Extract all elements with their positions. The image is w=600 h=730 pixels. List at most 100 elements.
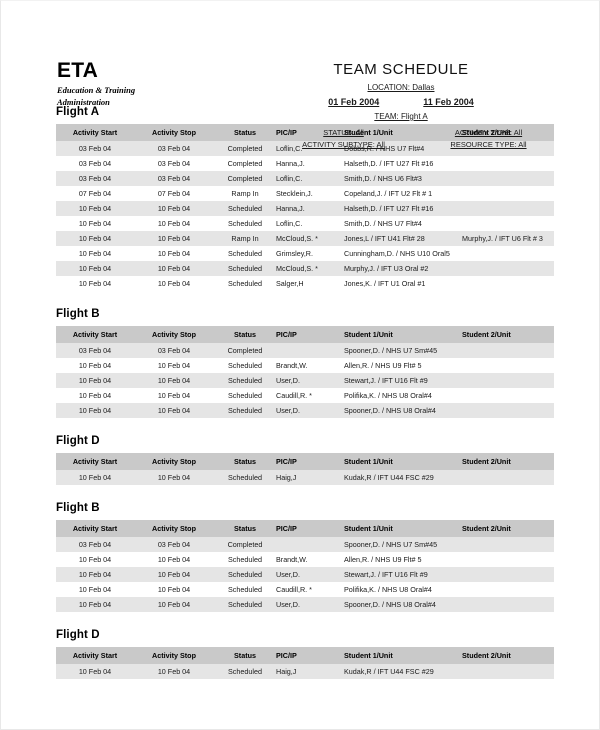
table-cell: Kudak,R / IFT U44 FSC #29 xyxy=(344,470,462,485)
table-cell: User,D. xyxy=(276,373,344,388)
table-cell: 10 Feb 04 xyxy=(56,597,134,612)
column-header[interactable]: Status xyxy=(214,647,276,664)
table-cell xyxy=(462,156,554,171)
table-row[interactable]: 10 Feb 04 10 Feb 04 Scheduled Loflin,C. Smit… xyxy=(56,216,554,231)
column-header[interactable]: Student 2/Unit xyxy=(462,520,554,537)
page-title: TEAM SCHEDULE xyxy=(333,61,469,78)
table-cell: 03 Feb 04 xyxy=(56,141,134,156)
date-range-from: 01 Feb 2004 xyxy=(328,97,380,107)
table-cell: 10 Feb 04 xyxy=(134,664,214,679)
column-header[interactable]: PIC/IP xyxy=(276,453,344,470)
column-header[interactable]: PIC/IP xyxy=(276,326,344,343)
table-row[interactable]: 10 Feb 04 10 Feb 04 Scheduled Salger,H Jones… xyxy=(56,276,554,291)
column-header[interactable]: Activity Start xyxy=(56,124,134,141)
column-header[interactable]: PIC/IP xyxy=(276,647,344,664)
table-row[interactable]: 10 Feb 04 10 Feb 04 Scheduled McCloud,S. * M… xyxy=(56,261,554,276)
table-cell: Scheduled xyxy=(214,597,276,612)
column-header[interactable]: Student 2/Unit xyxy=(462,453,554,470)
table-cell: 10 Feb 04 xyxy=(157,279,191,288)
table-row[interactable]: 10 Feb 04 10 Feb 04 Scheduled Brandt,W. Alle… xyxy=(56,358,554,373)
table-row[interactable]: 03 Feb 04 03 Feb 04 Completed Spooner,D. / … xyxy=(56,343,554,358)
column-header[interactable]: Status xyxy=(214,124,276,141)
table-row[interactable]: 10 Feb 04 10 Feb 04 Scheduled User,D. Spoone… xyxy=(56,597,554,612)
table-cell: Scheduled xyxy=(214,470,276,485)
table-cell: 10 Feb 04 xyxy=(134,373,214,388)
table-row[interactable]: 10 Feb 04 10 Feb 04 Scheduled Haig,J Kudak,R… xyxy=(56,470,554,485)
table-row[interactable]: 10 Feb 04 10 Feb 04 Scheduled Grimsley,R. Cu… xyxy=(56,246,554,261)
column-header[interactable]: Activity Stop xyxy=(134,326,214,343)
schedule-table: Activity Start Activity Stop Status PIC/IP S… xyxy=(56,520,554,612)
table-row[interactable]: 10 Feb 04 10 Feb 04 Scheduled User,D. Spoone… xyxy=(56,403,554,418)
table-cell: Completed xyxy=(214,537,276,552)
table-row[interactable]: 10 Feb 04 10 Feb 04 Scheduled User,D. Stewar… xyxy=(56,567,554,582)
table-row[interactable]: 10 Feb 04 10 Feb 04 Scheduled Caudill,R. * P… xyxy=(56,388,554,403)
table-cell: Scheduled xyxy=(228,279,262,288)
schedule-table: Activity Start Activity Stop Status PIC/IP S… xyxy=(56,647,554,679)
column-header[interactable]: Activity Stop xyxy=(134,647,214,664)
table-cell: Halseth,D. / IFT U27 Flt #16 xyxy=(344,201,462,216)
table-cell: 10 Feb 04 xyxy=(134,597,214,612)
table-cell: 10 Feb 04 xyxy=(56,470,134,485)
column-header[interactable]: Student 1/Unit xyxy=(344,520,462,537)
table-cell: 10 Feb 04 xyxy=(134,201,214,216)
table-cell: Jones,L / IFT U41 Flt# 28 xyxy=(344,231,462,246)
table-row[interactable]: 03 Feb 04 03 Feb 04 Completed Hanna,J. Halse… xyxy=(56,156,554,171)
column-header[interactable]: PIC/IP xyxy=(276,520,344,537)
table-cell: 10 Feb 04 xyxy=(78,219,112,228)
table-cell: 10 Feb 04 xyxy=(56,373,134,388)
column-header[interactable]: Activity Stop xyxy=(134,124,214,141)
table-cell: User,D. xyxy=(276,403,344,418)
table-cell: Smith,D. / NHS U7 Flt#4 xyxy=(344,219,422,228)
table-cell xyxy=(462,171,554,186)
table-cell: Spooner,D. / NHS U8 Oral#4 xyxy=(344,597,462,612)
column-header[interactable]: Status xyxy=(214,453,276,470)
column-header[interactable]: Activity Stop xyxy=(134,453,214,470)
table-cell: Allen,R. / NHS U9 Flt# 5 xyxy=(344,361,422,370)
table-row[interactable]: 10 Feb 04 10 Feb 04 Scheduled Hanna,J. Halse… xyxy=(56,201,554,216)
team-label: TEAM: Flight A xyxy=(374,112,428,121)
table-cell: Completed xyxy=(214,171,276,186)
table-cell: 07 Feb 04 xyxy=(78,189,112,198)
table-cell: Scheduled xyxy=(228,585,262,594)
table-cell: 10 Feb 04 xyxy=(134,470,214,485)
table-row[interactable]: 10 Feb 04 10 Feb 04 Scheduled Haig,J Kudak,R… xyxy=(56,664,554,679)
table-row[interactable]: 03 Feb 04 03 Feb 04 Completed Spooner,D. / … xyxy=(56,537,554,552)
schedule-table: Activity Start Activity Stop Status PIC/IP S… xyxy=(56,453,554,485)
document-masthead: ETA Education & Training Administration … xyxy=(1,1,599,149)
column-header[interactable]: Student 1/Unit xyxy=(344,647,462,664)
table-cell: 10 Feb 04 xyxy=(78,585,112,594)
column-header[interactable]: Activity Start xyxy=(56,326,134,343)
date-range: 01 Feb 2004 11 Feb 2004 xyxy=(251,97,551,107)
table-cell: McCloud,S. * xyxy=(276,231,344,246)
table-cell: Grimsley,R. xyxy=(276,249,313,258)
column-header[interactable]: Activity Stop xyxy=(134,520,214,537)
table-row[interactable]: 07 Feb 04 07 Feb 04 Ramp In Stecklein,J. Cop… xyxy=(56,186,554,201)
column-header[interactable]: Student 2/Unit xyxy=(462,647,554,664)
column-header[interactable]: Activity Start xyxy=(56,520,134,537)
table-cell: 03 Feb 04 xyxy=(56,343,134,358)
table-cell: User,D. xyxy=(276,597,344,612)
table-cell: Scheduled xyxy=(214,403,276,418)
brand-subtitle-line-1: Education & Training xyxy=(57,85,136,95)
column-header[interactable]: Status xyxy=(214,326,276,343)
table-cell: Stewart,J. / IFT U16 Flt #9 xyxy=(344,373,462,388)
table-row[interactable]: 10 Feb 04 10 Feb 04 Scheduled User,D. Stewar… xyxy=(56,373,554,388)
table-row[interactable]: 10 Feb 04 10 Feb 04 Ramp In McCloud,S. * Jon… xyxy=(56,231,554,246)
column-header[interactable]: Student 2/Unit xyxy=(462,326,554,343)
table-cell: Scheduled xyxy=(214,261,276,276)
table-cell: 03 Feb 04 xyxy=(134,343,214,358)
column-header[interactable]: Student 1/Unit xyxy=(344,453,462,470)
table-header-row: Activity Start Activity Stop Status PIC/IP S… xyxy=(56,326,554,343)
table-cell: 03 Feb 04 xyxy=(56,171,134,186)
table-row[interactable]: 10 Feb 04 10 Feb 04 Scheduled Brandt,W. Alle… xyxy=(56,552,554,567)
column-header[interactable]: Status xyxy=(214,520,276,537)
table-cell xyxy=(462,343,554,358)
table-cell: Copeland,J. / IFT U2 Flt # 1 xyxy=(344,189,433,198)
column-header[interactable]: Activity Start xyxy=(56,647,134,664)
table-cell: 10 Feb 04 xyxy=(78,555,112,564)
table-row[interactable]: 10 Feb 04 10 Feb 04 Scheduled Caudill,R. * P… xyxy=(56,582,554,597)
table-cell: 10 Feb 04 xyxy=(157,585,191,594)
column-header[interactable]: Activity Start xyxy=(56,453,134,470)
table-row[interactable]: 03 Feb 04 03 Feb 04 Completed Loflin,C. Smit… xyxy=(56,171,554,186)
column-header[interactable]: Student 1/Unit xyxy=(344,326,462,343)
